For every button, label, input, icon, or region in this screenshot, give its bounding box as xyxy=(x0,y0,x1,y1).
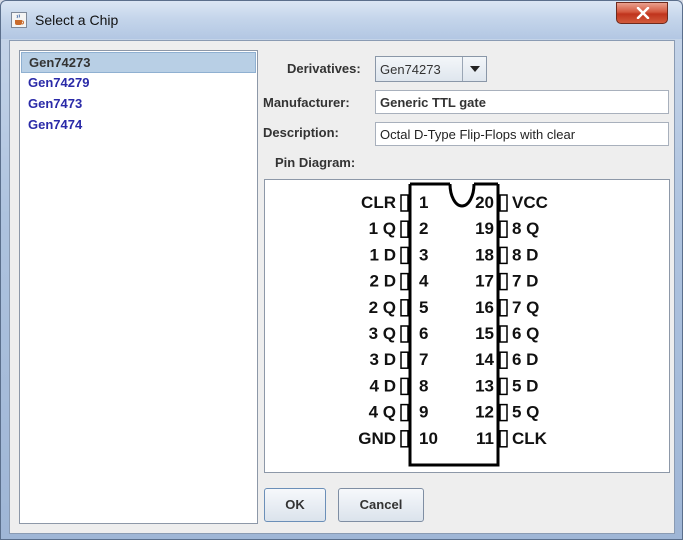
pin-left-name: 2 D xyxy=(370,272,396,291)
chip-list[interactable]: Gen74273 Gen74279 Gen7473 Gen7474 xyxy=(19,50,258,524)
derivatives-dropdown[interactable]: Gen74273 xyxy=(375,56,487,82)
pin-right xyxy=(499,325,508,343)
pin-left-name: 3 Q xyxy=(369,324,396,343)
pin-right-name: 6 Q xyxy=(512,324,539,343)
dropdown-button[interactable] xyxy=(462,57,486,81)
list-item-chip[interactable]: Gen7473 xyxy=(21,94,256,115)
pin-left-number: 3 xyxy=(419,245,428,264)
pin-right-number: 18 xyxy=(475,245,494,264)
pin-right-name: 7 D xyxy=(512,272,538,291)
pin-left-number: 9 xyxy=(419,403,428,422)
pin-right-number: 19 xyxy=(475,219,494,238)
pin-right-number: 11 xyxy=(476,429,494,448)
pin-left-number: 5 xyxy=(419,298,428,317)
pin-left xyxy=(400,403,409,422)
pin-left xyxy=(400,299,409,317)
list-item-chip[interactable]: Gen7474 xyxy=(21,115,256,136)
list-item-chip[interactable]: Gen74273 xyxy=(21,52,256,73)
pin-left xyxy=(400,246,409,265)
pin-left-number: 1 xyxy=(419,193,428,212)
dialog-content: Gen74273 Gen74279 Gen7473 Gen7474 Deriva… xyxy=(9,40,675,534)
pin-left xyxy=(400,430,409,448)
pin-diagram: CLR 1 1 Q 2 1 D 3 2 D 4 2 Q 5 3 Q 6 3 D 7 4 D 8 4 Q 9 GND 1… xyxy=(264,179,670,473)
pin-right-name: 7 Q xyxy=(512,298,539,317)
derivatives-label: Derivatives: xyxy=(287,61,361,76)
pin-left-name: 4 Q xyxy=(369,403,396,422)
pin-left xyxy=(400,194,409,212)
pin-left-name: CLR xyxy=(361,193,396,212)
pin-diagram-label: Pin Diagram: xyxy=(275,155,356,170)
pin-left-number: 6 xyxy=(419,324,428,343)
pin-right-name: 8 Q xyxy=(512,219,539,238)
pin-left xyxy=(400,377,409,396)
pin-right xyxy=(499,220,508,238)
pin-right-name: 8 D xyxy=(512,245,538,264)
ok-button[interactable]: OK xyxy=(264,488,326,522)
pin-left-name: 1 Q xyxy=(369,219,396,238)
list-item-chip[interactable]: Gen74279 xyxy=(21,73,256,94)
pin-left-number: 10 xyxy=(419,429,438,448)
pin-right-name: CLK xyxy=(512,429,548,448)
pin-right xyxy=(499,272,508,291)
pin-left-name: GND xyxy=(358,429,396,448)
description-value: Octal D-Type Flip-Flops with clear xyxy=(380,127,576,142)
derivatives-value: Gen74273 xyxy=(380,62,441,77)
pin-left xyxy=(400,272,409,291)
java-cup-icon xyxy=(11,12,27,28)
window-title: Select a Chip xyxy=(35,12,119,28)
pin-right-name: 5 D xyxy=(512,376,538,395)
pin-right xyxy=(499,403,508,422)
close-icon xyxy=(636,7,650,19)
pin-right xyxy=(499,377,508,396)
pin-right xyxy=(499,299,508,317)
pin-left-name: 1 D xyxy=(370,245,396,264)
pin-right-number: 12 xyxy=(475,403,494,422)
pin-right-name: VCC xyxy=(512,193,548,212)
pin-left-name: 3 D xyxy=(370,350,396,369)
description-field[interactable]: Octal D-Type Flip-Flops with clear xyxy=(375,122,669,146)
pin-right-number: 14 xyxy=(475,350,494,369)
pin-right xyxy=(499,246,508,265)
pin-right xyxy=(499,430,508,448)
pin-left-number: 8 xyxy=(419,376,428,395)
pin-right-number: 17 xyxy=(475,272,494,291)
dropdown-arrow-icon xyxy=(470,66,480,72)
pin-right-number: 16 xyxy=(475,298,494,317)
pin-right xyxy=(499,194,508,212)
pin-right-name: 6 D xyxy=(512,350,538,369)
manufacturer-value: Generic TTL gate xyxy=(380,95,486,110)
pin-left-number: 2 xyxy=(419,219,428,238)
pin-left xyxy=(400,351,409,369)
chip-notch xyxy=(448,183,476,208)
pin-right-name: 5 Q xyxy=(512,403,539,422)
pin-left xyxy=(400,220,409,238)
pin-right-number: 13 xyxy=(475,376,494,395)
pin-diagram-canvas: CLR 1 1 Q 2 1 D 3 2 D 4 2 Q 5 3 Q 6 3 D 7 4 D 8 4 Q 9 GND 1… xyxy=(358,182,548,467)
pin-left-number: 7 xyxy=(419,350,428,369)
pin-left-number: 4 xyxy=(419,272,429,291)
pin-right xyxy=(499,351,508,369)
pin-right-number: 20 xyxy=(475,193,494,212)
pin-left-name: 4 D xyxy=(370,376,396,395)
manufacturer-field[interactable]: Generic TTL gate xyxy=(375,90,669,114)
manufacturer-label: Manufacturer: xyxy=(263,95,350,110)
dialog-window: Select a Chip Gen74273 Gen74279 Gen7473 … xyxy=(0,0,683,540)
pin-left-name: 2 Q xyxy=(369,298,396,317)
close-button[interactable] xyxy=(616,2,668,24)
pin-right-number: 15 xyxy=(475,324,494,343)
title-bar[interactable]: Select a Chip xyxy=(1,1,682,39)
cancel-button[interactable]: Cancel xyxy=(338,488,424,522)
description-label: Description: xyxy=(263,125,339,140)
pin-left xyxy=(400,325,409,343)
